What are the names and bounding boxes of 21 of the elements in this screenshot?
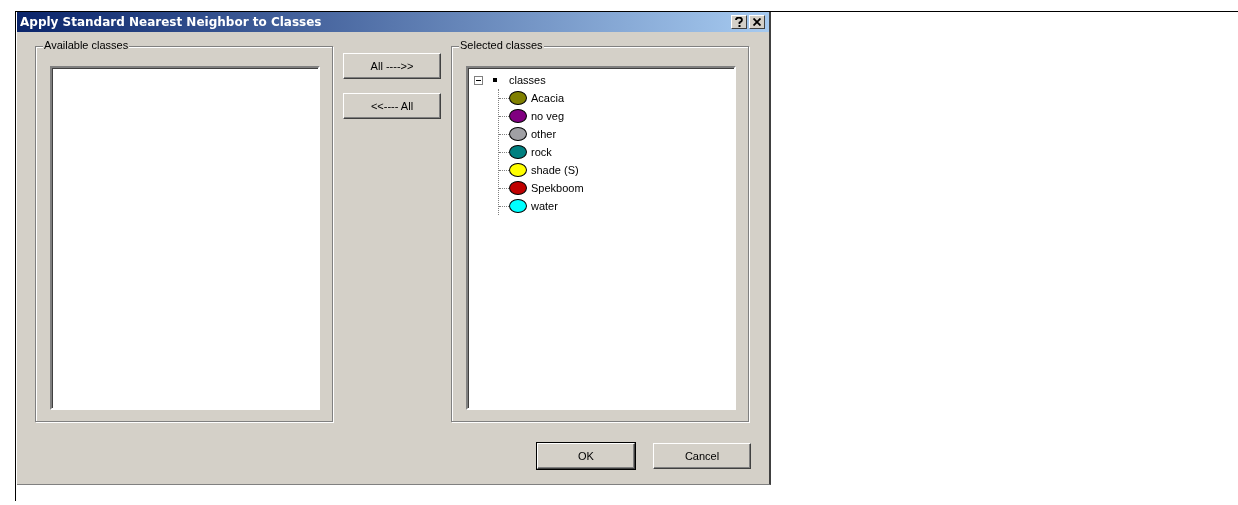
tree-item[interactable]: water bbox=[531, 200, 558, 212]
move-all-button[interactable]: <<---- All bbox=[343, 93, 441, 119]
tree-item[interactable]: rock bbox=[531, 146, 552, 158]
ok-button[interactable]: OK bbox=[537, 443, 635, 469]
tree-item[interactable]: no veg bbox=[531, 110, 565, 122]
move-all-button[interactable]: All ---->> bbox=[343, 53, 441, 79]
tree-item[interactable]: classes bbox=[509, 74, 546, 86]
close-icon bbox=[753, 18, 761, 26]
help-icon bbox=[735, 17, 743, 27]
group-label: Available classes bbox=[43, 39, 130, 51]
window-title: Apply Standard Nearest Neighbor to Classes bbox=[20, 15, 323, 29]
tree-item[interactable]: Acacia bbox=[531, 92, 565, 104]
tree-item[interactable]: other bbox=[531, 128, 557, 140]
selected-classes-tree[interactable]: classes Acacia no veg other rock shade (S) Spekboom water bbox=[466, 66, 736, 410]
tree-item[interactable]: shade (S) bbox=[531, 164, 579, 176]
help-button[interactable] bbox=[731, 15, 747, 29]
tree-item[interactable]: Spekboom bbox=[531, 182, 584, 194]
group-label: Selected classes bbox=[459, 39, 544, 51]
collapse-icon[interactable] bbox=[474, 75, 483, 85]
cancel-button[interactable]: Cancel bbox=[653, 443, 751, 469]
close-button[interactable] bbox=[749, 15, 765, 29]
